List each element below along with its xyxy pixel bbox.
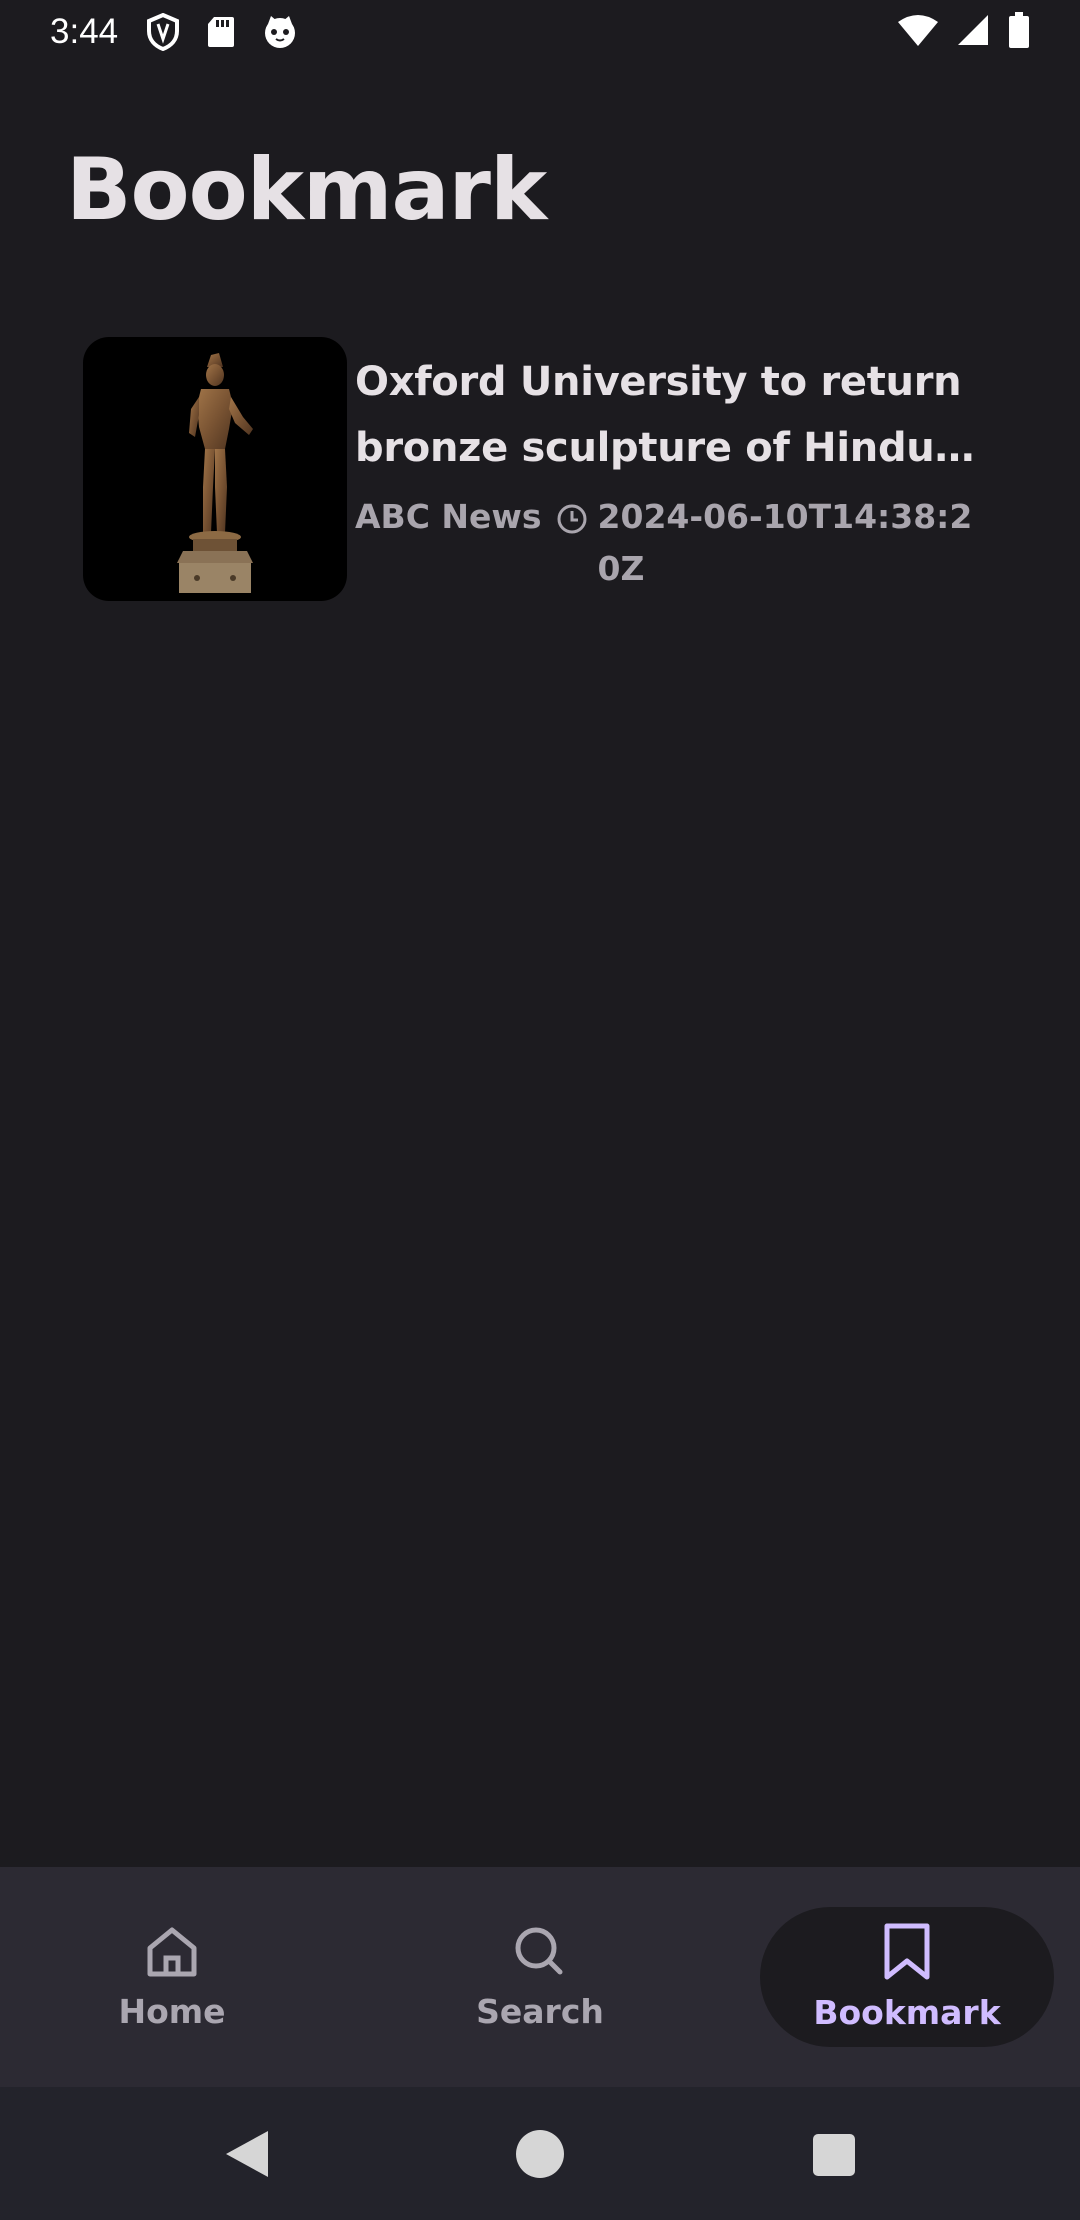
nav-item-home[interactable]: Home: [62, 1907, 282, 2047]
shield-icon: [146, 13, 180, 51]
nav-item-bookmark[interactable]: Bookmark: [760, 1907, 1054, 2047]
recents-icon[interactable]: [812, 2133, 856, 2181]
status-time: 3:44: [50, 12, 119, 51]
battery-icon: [1008, 12, 1030, 52]
nav-label-search: Search: [476, 1991, 604, 2031]
article-source: ABC News: [355, 497, 542, 536]
clock-icon: [556, 503, 588, 535]
article-thumbnail: [83, 337, 347, 601]
home-icon: [144, 1924, 200, 1984]
wifi-icon: [898, 14, 938, 50]
nav-item-search[interactable]: Search: [430, 1907, 650, 2047]
home-circle-icon[interactable]: [515, 2129, 565, 2183]
page-title: Bookmark: [66, 140, 547, 240]
nav-label-bookmark: Bookmark: [813, 1992, 1001, 2032]
nav-label-home: Home: [118, 1991, 226, 2031]
article-meta: ABC News 2024-06-10T14:38:20Z: [355, 491, 983, 595]
article-title[interactable]: Oxford University to return bronze sculp…: [355, 349, 983, 481]
search-icon: [512, 1924, 568, 1984]
bookmark-article-card[interactable]: Oxford University to return bronze sculp…: [83, 337, 983, 602]
bottom-navigation: Home Search Bookmark: [0, 1867, 1080, 2087]
back-icon[interactable]: [224, 2129, 270, 2183]
cell-signal-icon: [956, 13, 990, 51]
system-navigation-bar: [0, 2087, 1080, 2220]
article-published-date: 2024-06-10T14:38:20Z: [597, 497, 973, 588]
cat-face-icon: [262, 14, 298, 50]
status-bar: 3:44: [0, 0, 1080, 64]
sd-card-icon: [206, 15, 236, 49]
bookmark-icon: [882, 1923, 932, 1985]
